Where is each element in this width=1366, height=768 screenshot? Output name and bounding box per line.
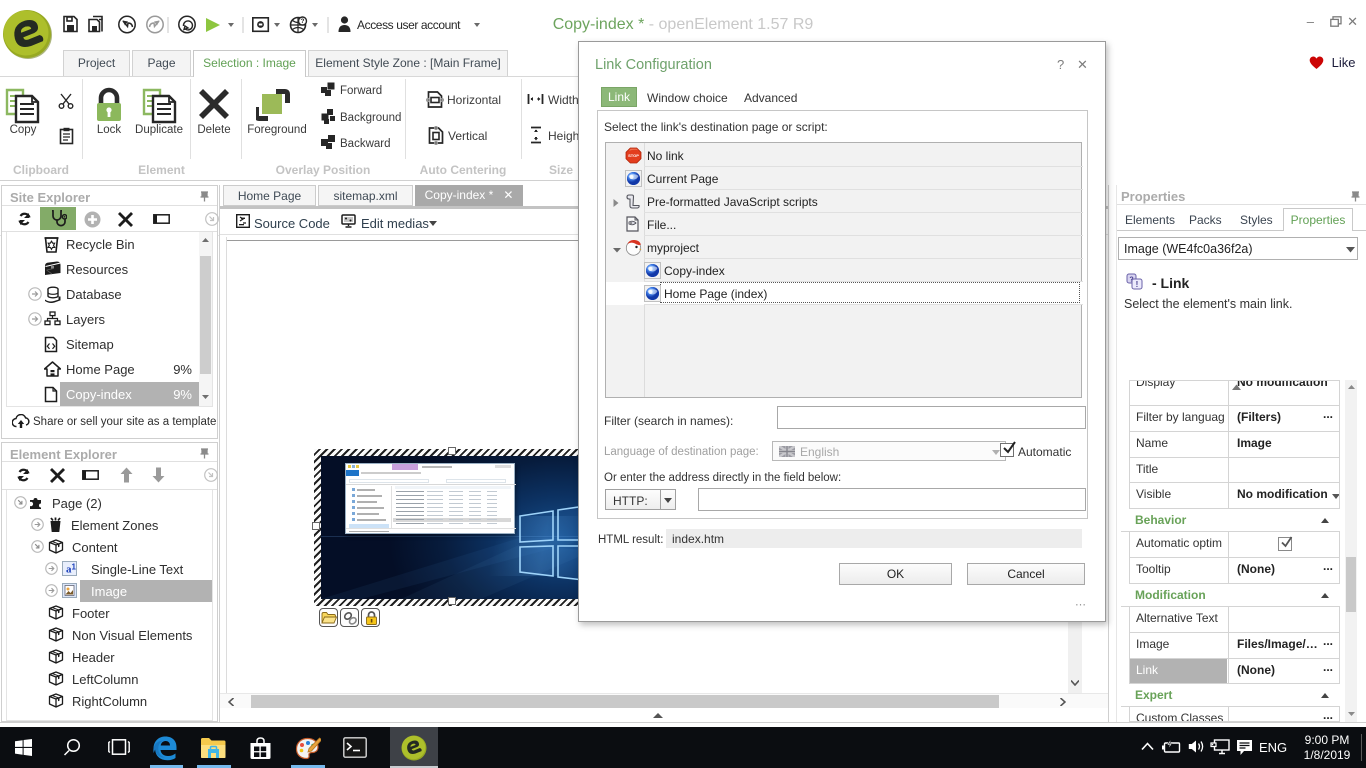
svg-text:STOP: STOP xyxy=(628,153,639,158)
svg-text:1: 1 xyxy=(72,563,77,572)
svg-text:Access user account: Access user account xyxy=(357,18,461,32)
svg-text:!: ! xyxy=(1136,280,1139,289)
svg-text:?: ? xyxy=(301,18,305,25)
